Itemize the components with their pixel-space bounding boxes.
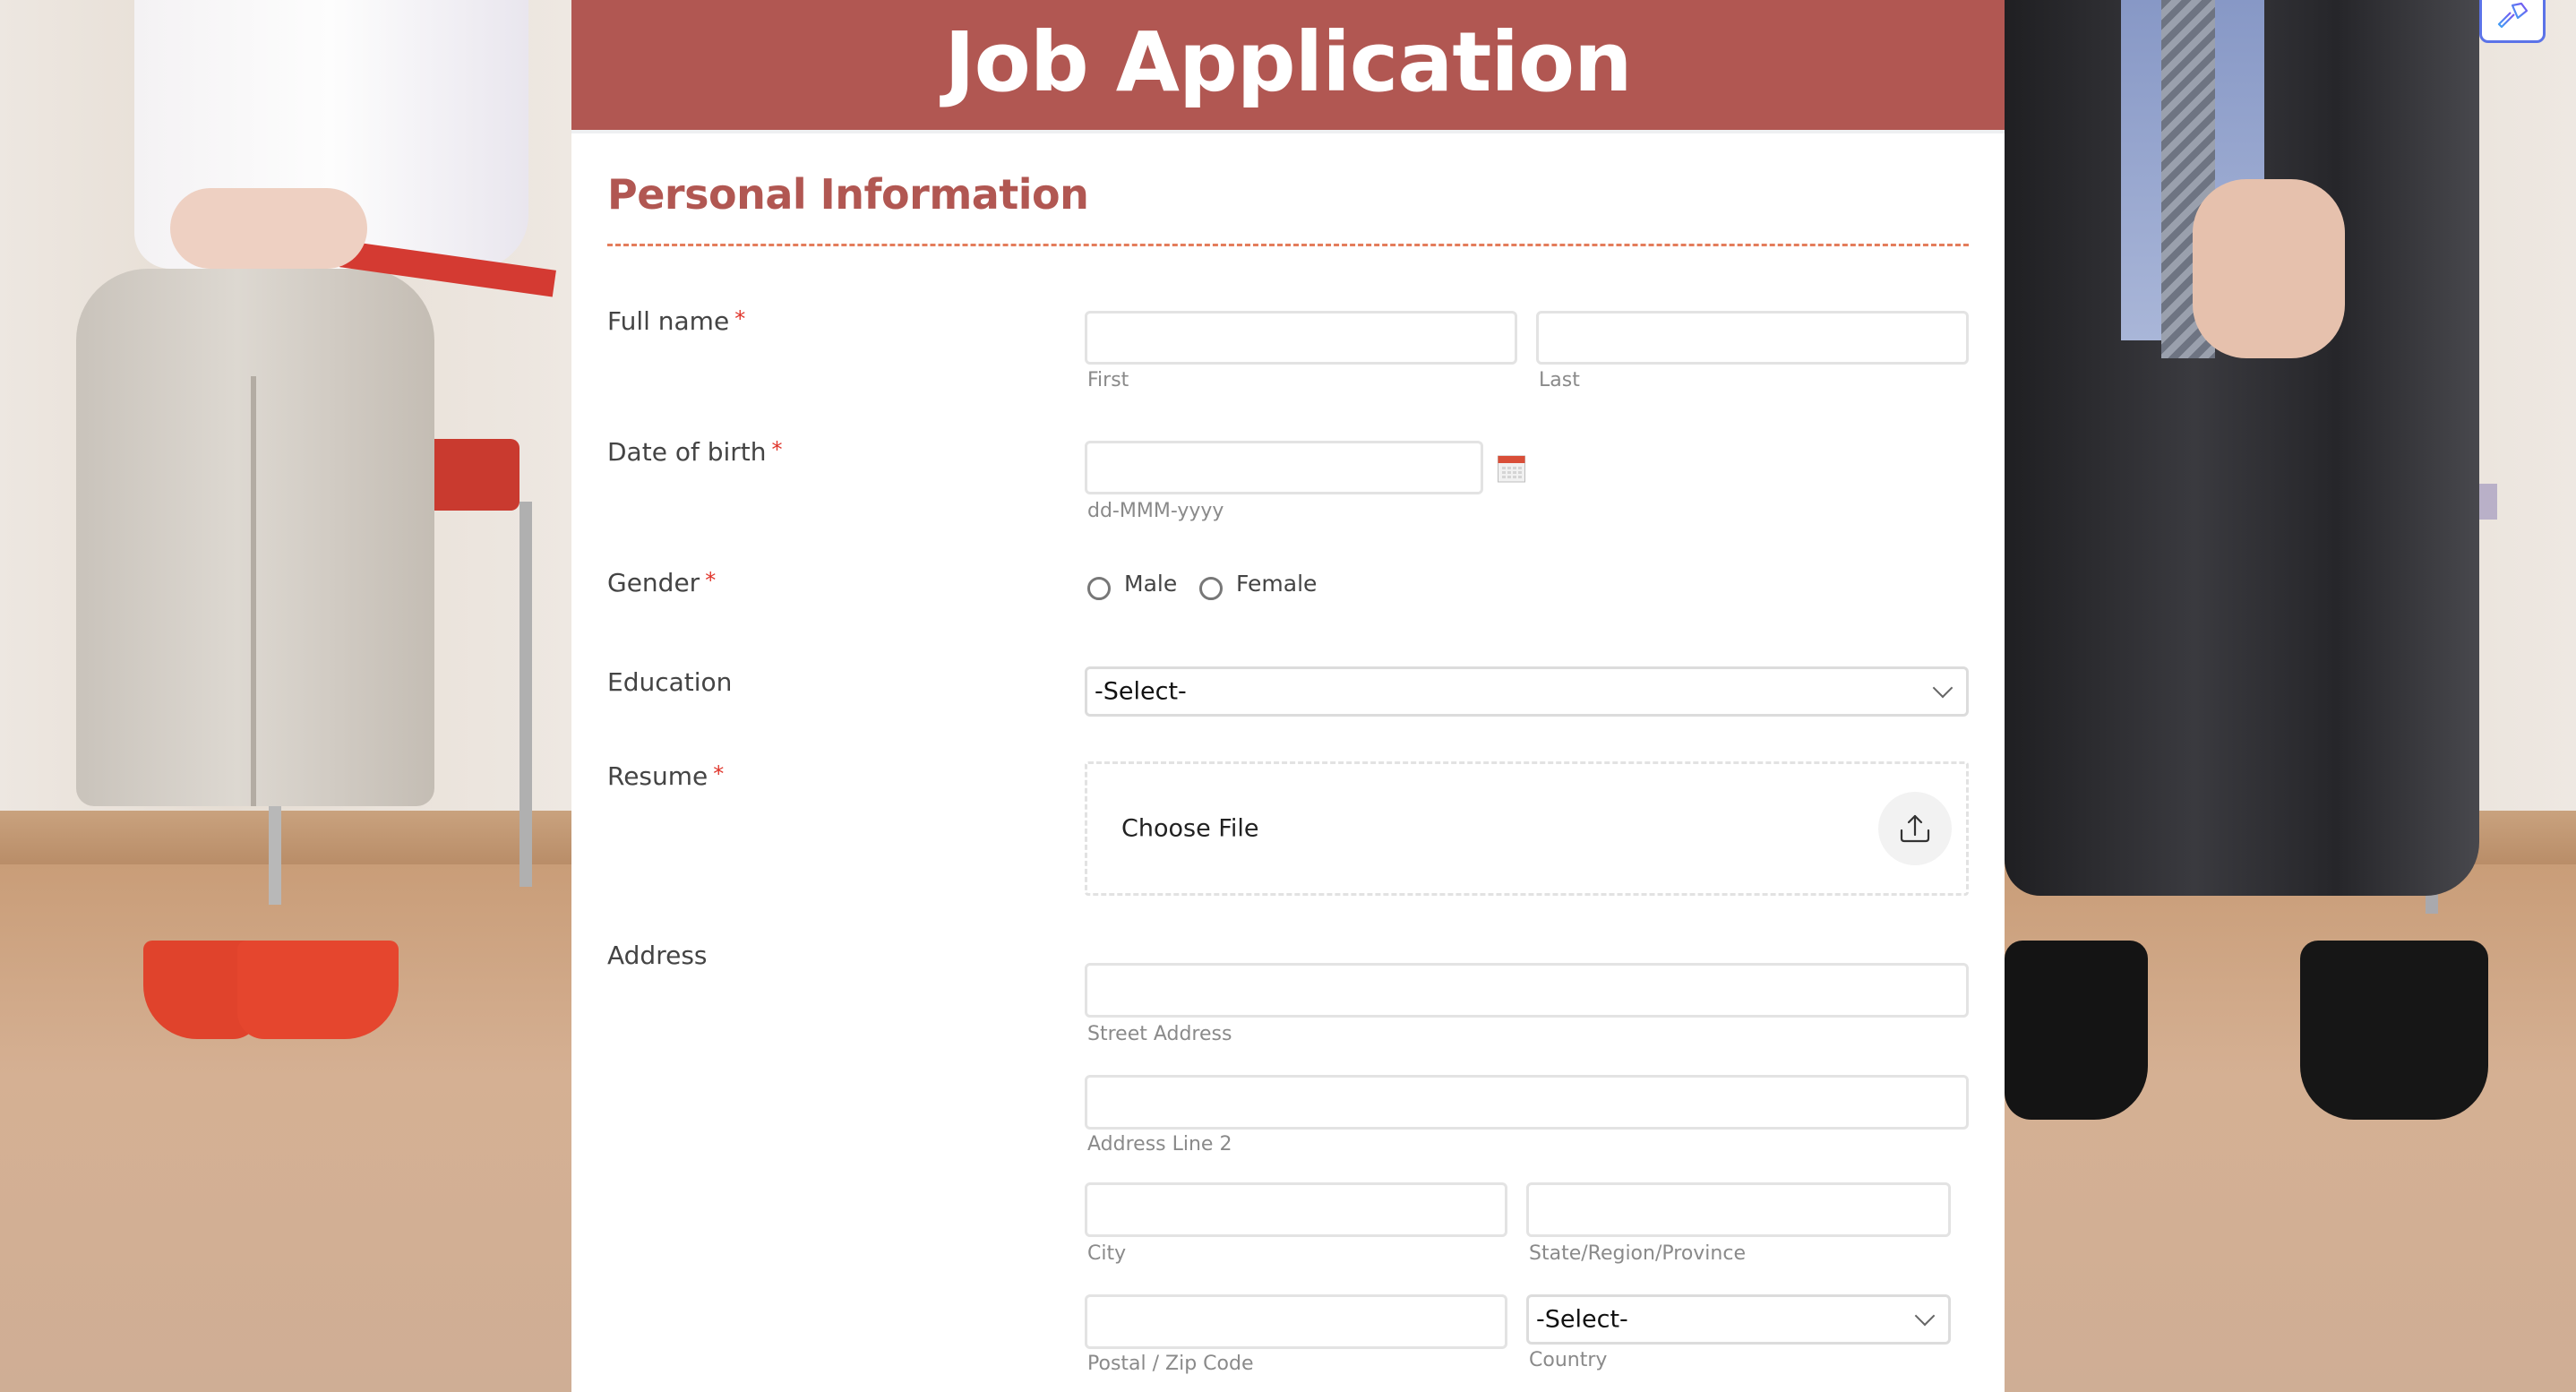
gender-female-label[interactable]: Female [1236,571,1317,597]
education-label: Education [607,667,733,697]
gender-male-label[interactable]: Male [1124,571,1177,597]
theme-button[interactable] [2479,0,2546,43]
chevron-down-icon [1914,1305,1936,1327]
city-sublabel: City [1087,1242,1127,1265]
gender-male-radio[interactable] [1087,577,1111,600]
first-name-sublabel: First [1087,369,1129,391]
chevron-down-icon [1932,677,1953,699]
postal-code-input[interactable] [1085,1294,1507,1349]
address-line2-input[interactable] [1085,1075,1969,1130]
section-divider [607,244,1969,246]
dob-input[interactable] [1085,441,1483,494]
last-name-input[interactable] [1536,311,1969,365]
dob-label: Date of birth * [607,437,783,467]
address-label: Address [607,941,708,970]
required-marker: * [705,568,717,593]
state-sublabel: State/Region/Province [1529,1242,1746,1265]
choose-file-button[interactable]: Choose File [1121,815,1258,843]
last-name-sublabel: Last [1539,369,1580,391]
gender-label: Gender * [607,568,717,597]
address-line2-sublabel: Address Line 2 [1087,1133,1232,1156]
required-marker: * [771,437,783,462]
required-marker: * [734,306,746,331]
form-header: Job Application [571,0,2005,130]
required-marker: * [713,761,725,786]
background-photo-right [2005,0,2576,1392]
state-input[interactable] [1526,1182,1951,1237]
postal-code-sublabel: Postal / Zip Code [1087,1353,1254,1375]
upload-button[interactable] [1878,792,1952,865]
education-selected-value: -Select- [1095,677,1187,706]
upload-icon [1900,814,1930,843]
country-sublabel: Country [1529,1349,1608,1371]
resume-upload-area[interactable]: Choose File [1085,761,1969,896]
first-name-input[interactable] [1085,311,1517,365]
paint-brush-icon [2497,2,2529,29]
country-select[interactable]: -Select- [1526,1294,1951,1345]
dob-format-hint: dd-MMM-yyyy [1087,500,1224,522]
gender-female-radio[interactable] [1199,577,1223,600]
education-select[interactable]: -Select- [1085,666,1969,717]
resume-label: Resume * [607,761,725,791]
form-title: Job Application [944,14,1632,110]
job-application-form: Job Application Personal Information Ful… [571,0,2005,1392]
country-selected-value: -Select- [1536,1305,1628,1334]
street-address-sublabel: Street Address [1087,1023,1232,1045]
street-address-input[interactable] [1085,963,1969,1018]
calendar-icon[interactable] [1498,455,1525,483]
background-photo-left [0,0,573,1392]
full-name-label: Full name * [607,306,746,336]
section-title: Personal Information [607,170,1089,219]
city-input[interactable] [1085,1182,1507,1237]
